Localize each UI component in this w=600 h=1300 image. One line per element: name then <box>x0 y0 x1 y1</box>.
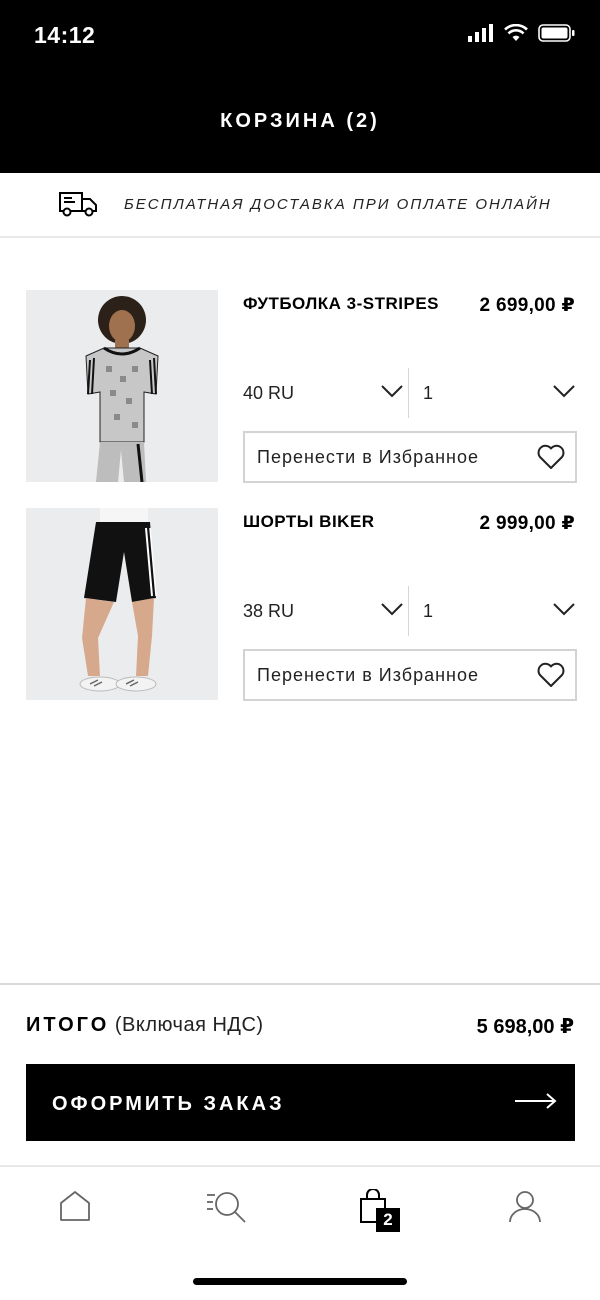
signal-icon <box>468 24 493 42</box>
wifi-icon <box>504 24 528 41</box>
cart-item: ФУТБОЛКА 3-STRIPES 2 699,00 ₽ 40 RU 1 Пе… <box>26 290 577 483</box>
total-vat-note: (Включая НДС) <box>114 1014 264 1036</box>
total-price: 5 698,00 ₽ <box>476 1016 574 1038</box>
select-divider <box>408 368 409 418</box>
size-value: 40 RU <box>243 382 295 403</box>
page-title: КОРЗИНА (2) <box>220 110 380 132</box>
arrow-right-icon <box>515 1093 557 1109</box>
move-to-wishlist-button[interactable]: Перенести в Избранное <box>243 649 577 701</box>
chevron-down-icon <box>553 603 575 616</box>
product-price: 2 999,00 ₽ <box>479 513 575 534</box>
quantity-select[interactable]: 1 <box>423 586 575 636</box>
size-value: 38 RU <box>243 600 295 621</box>
battery-icon <box>538 24 575 42</box>
account-icon[interactable] <box>507 1189 543 1225</box>
total-title: ИТОГО <box>26 1014 110 1036</box>
product-price: 2 699,00 ₽ <box>479 295 575 316</box>
summary-divider <box>0 983 600 985</box>
tshirt-model-image <box>26 290 218 482</box>
size-select[interactable]: 38 RU <box>243 586 403 636</box>
product-image[interactable] <box>26 508 218 700</box>
select-divider <box>408 586 409 636</box>
total-label: ИТОГО (Включая НДС) <box>26 1014 264 1037</box>
status-icons <box>468 24 576 42</box>
product-name[interactable]: ФУТБОЛКА 3-STRIPES <box>243 294 439 314</box>
quantity-value: 1 <box>423 600 434 621</box>
cart-item: ШОРТЫ BIKER 2 999,00 ₽ 38 RU 1 Перенести… <box>26 508 577 701</box>
shorts-model-image <box>26 508 218 700</box>
chevron-down-icon <box>381 385 403 398</box>
size-select[interactable]: 40 RU <box>243 368 403 418</box>
quantity-select[interactable]: 1 <box>423 368 575 418</box>
wishlist-label: Перенести в Избранное <box>257 665 480 685</box>
wishlist-label: Перенести в Избранное <box>257 447 480 467</box>
move-to-wishlist-button[interactable]: Перенести в Избранное <box>243 431 577 483</box>
heart-icon <box>537 662 565 687</box>
home-icon[interactable] <box>58 1189 92 1223</box>
status-time: 14:12 <box>34 22 96 48</box>
delivery-truck-icon <box>59 192 97 217</box>
product-image[interactable] <box>26 290 218 482</box>
promo-text: БЕСПЛАТНАЯ ДОСТАВКА ПРИ ОПЛАТЕ ОНЛАЙН <box>124 196 552 213</box>
free-delivery-banner: БЕСПЛАТНАЯ ДОСТАВКА ПРИ ОПЛАТЕ ОНЛАЙН <box>0 173 600 238</box>
quantity-value: 1 <box>423 382 434 403</box>
chevron-down-icon <box>553 385 575 398</box>
checkout-button[interactable]: ОФОРМИТЬ ЗАКАЗ <box>26 1064 575 1141</box>
app-header: 14:12 КОРЗИНА (2) <box>0 0 600 173</box>
cart-count-badge: 2 <box>376 1208 400 1232</box>
product-name[interactable]: ШОРТЫ BIKER <box>243 512 375 532</box>
checkout-label: ОФОРМИТЬ ЗАКАЗ <box>52 1093 285 1115</box>
chevron-down-icon <box>381 603 403 616</box>
heart-icon <box>537 444 565 469</box>
home-indicator[interactable] <box>193 1278 407 1285</box>
search-icon[interactable] <box>205 1189 249 1225</box>
